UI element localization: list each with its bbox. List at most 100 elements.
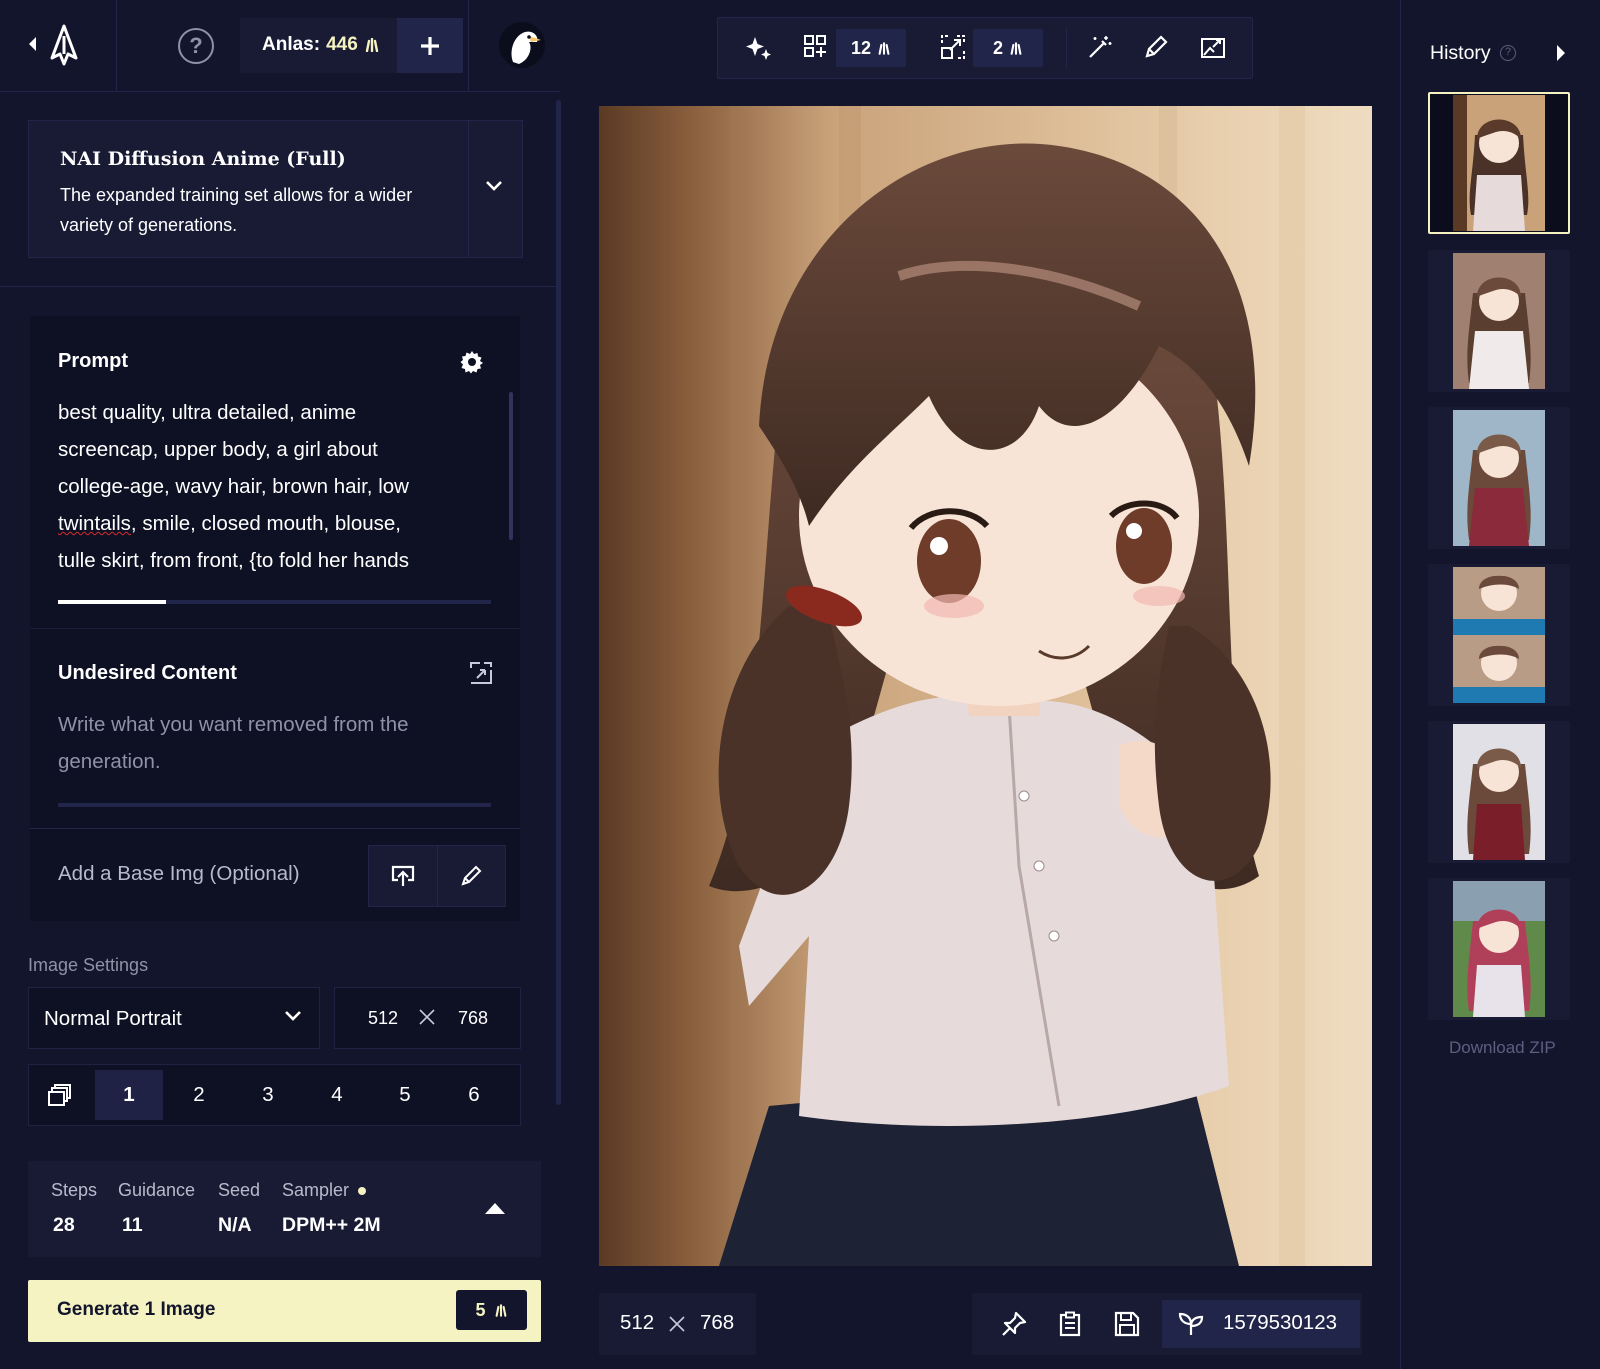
undesired-content-title: Undesired Content bbox=[58, 662, 237, 684]
prompt-scrollbar[interactable] bbox=[509, 392, 513, 540]
status-dot bbox=[358, 1187, 366, 1195]
upscale-cost: 2 bbox=[973, 29, 1043, 67]
pin-icon[interactable] bbox=[1001, 1311, 1027, 1337]
divider bbox=[468, 0, 469, 92]
image-edit-icon[interactable] bbox=[1200, 34, 1226, 60]
draw-image-button[interactable] bbox=[438, 846, 506, 906]
prompt-input[interactable]: best quality, ultra detailed, anime scre… bbox=[58, 394, 498, 579]
download-zip-link[interactable]: Download ZIP bbox=[1449, 1038, 1556, 1058]
generate-cost-badge: 5 bbox=[456, 1290, 527, 1330]
help-icon[interactable]: ? bbox=[178, 28, 214, 64]
count-option-6[interactable]: 6 bbox=[440, 1070, 508, 1120]
collapse-arrow-icon[interactable] bbox=[28, 36, 38, 52]
upscale-icon[interactable] bbox=[940, 34, 966, 60]
prompt-token-bar-fill bbox=[58, 600, 167, 604]
times-icon bbox=[418, 1008, 436, 1026]
prompt-text-part: best quality, ultra detailed, anime scre… bbox=[58, 401, 409, 498]
misspelled-word: twintails bbox=[58, 512, 131, 535]
generated-image-illustration bbox=[599, 106, 1372, 1266]
history-thumbnail[interactable] bbox=[1428, 92, 1570, 234]
magic-wand-icon[interactable] bbox=[1087, 34, 1113, 60]
sampler-label: Sampler bbox=[282, 1180, 350, 1200]
model-title: NAI Diffusion Anime (Full) bbox=[60, 148, 346, 170]
history-thumbnail[interactable] bbox=[1428, 878, 1570, 1020]
seed-icon bbox=[1178, 1311, 1204, 1337]
account-avatar[interactable] bbox=[499, 22, 545, 68]
paintbrush-icon bbox=[461, 865, 482, 886]
prompt-title: Prompt bbox=[58, 350, 128, 372]
help-icon[interactable]: ? bbox=[1500, 45, 1516, 61]
times-icon bbox=[668, 1315, 686, 1333]
guidance-value: 11 bbox=[122, 1214, 143, 1236]
count-option-2[interactable]: 2 bbox=[165, 1070, 233, 1120]
variations-cost-value: 12 bbox=[850, 37, 872, 58]
chevron-down-icon bbox=[284, 1010, 302, 1022]
history-thumbnail[interactable] bbox=[1428, 407, 1570, 549]
thumbnail-image bbox=[1453, 410, 1545, 546]
image-width: 512 bbox=[620, 1311, 655, 1334]
count-option-4[interactable]: 4 bbox=[303, 1070, 371, 1120]
divider bbox=[0, 286, 560, 287]
chevron-down-icon[interactable] bbox=[485, 180, 503, 192]
history-thumbnail[interactable] bbox=[1428, 721, 1570, 863]
width-input[interactable]: 512 bbox=[368, 1008, 398, 1029]
anlas-balance: Anlas: 446 bbox=[262, 34, 380, 56]
clipboard-icon[interactable] bbox=[1059, 1311, 1081, 1337]
undesired-content-input[interactable]: Write what you want removed from the gen… bbox=[58, 706, 478, 780]
collapse-history-icon[interactable] bbox=[1555, 43, 1567, 63]
sampler-value: DPM++ 2M bbox=[282, 1214, 381, 1236]
divider bbox=[1066, 28, 1067, 68]
seed-number: 1579530123 bbox=[1223, 1311, 1338, 1334]
left-panel-scrollbar[interactable] bbox=[556, 100, 561, 1105]
history-title: History bbox=[1430, 42, 1491, 64]
thumbnail-image bbox=[1453, 253, 1545, 389]
divider bbox=[30, 628, 520, 629]
base-image-buttons bbox=[368, 845, 506, 907]
anlas-icon bbox=[878, 41, 890, 55]
count-option-1[interactable]: 1 bbox=[95, 1070, 163, 1120]
history-thumbnail[interactable] bbox=[1428, 250, 1570, 392]
variations-icon[interactable] bbox=[803, 34, 827, 58]
anlas-icon bbox=[1010, 41, 1022, 55]
undesired-token-bar bbox=[58, 803, 491, 807]
buy-anlas-button[interactable] bbox=[397, 18, 463, 73]
steps-label: Steps bbox=[51, 1180, 98, 1200]
anlas-icon bbox=[364, 38, 380, 52]
chevron-up-icon[interactable] bbox=[484, 1201, 506, 1215]
sparkle-icon[interactable] bbox=[745, 34, 773, 62]
divider bbox=[30, 828, 520, 829]
resolution-preset-value: Normal Portrait bbox=[44, 1007, 182, 1030]
upscale-cost-value: 2 bbox=[992, 37, 1003, 58]
steps-value: 28 bbox=[53, 1214, 75, 1236]
divider bbox=[468, 120, 469, 258]
upload-image-button[interactable] bbox=[369, 846, 438, 906]
count-option-3[interactable]: 3 bbox=[234, 1070, 302, 1120]
divider bbox=[116, 0, 117, 92]
thumbnail-image bbox=[1453, 724, 1545, 860]
seed-label: Seed bbox=[218, 1180, 261, 1200]
height-input[interactable]: 768 bbox=[458, 1008, 488, 1029]
thumbnail-image bbox=[1453, 95, 1545, 231]
count-option-5[interactable]: 5 bbox=[371, 1070, 439, 1120]
paintbrush-icon[interactable] bbox=[1143, 34, 1169, 60]
history-thumbnail[interactable] bbox=[1428, 564, 1570, 706]
generate-button-label: Generate 1 Image bbox=[57, 1299, 216, 1320]
base-image-label: Add a Base Img (Optional) bbox=[58, 862, 300, 885]
upload-icon bbox=[391, 865, 414, 886]
image-settings-label: Image Settings bbox=[28, 955, 149, 975]
seed-value: N/A bbox=[218, 1214, 252, 1236]
save-icon[interactable] bbox=[1114, 1311, 1140, 1337]
guidance-label: Guidance bbox=[118, 1180, 196, 1200]
image-height: 768 bbox=[700, 1311, 735, 1334]
variations-cost: 12 bbox=[836, 29, 906, 67]
generation-params-summary[interactable] bbox=[28, 1161, 541, 1257]
stacked-images-icon bbox=[48, 1083, 72, 1107]
thumbnail-image bbox=[1453, 881, 1545, 1017]
plus-icon bbox=[421, 36, 439, 55]
novelai-logo-icon[interactable] bbox=[48, 24, 80, 66]
gear-icon[interactable] bbox=[460, 350, 484, 374]
anlas-label: Anlas: bbox=[262, 34, 321, 55]
swap-icon[interactable] bbox=[468, 660, 494, 686]
generate-cost-value: 5 bbox=[475, 1299, 486, 1320]
generated-image[interactable] bbox=[599, 106, 1372, 1266]
